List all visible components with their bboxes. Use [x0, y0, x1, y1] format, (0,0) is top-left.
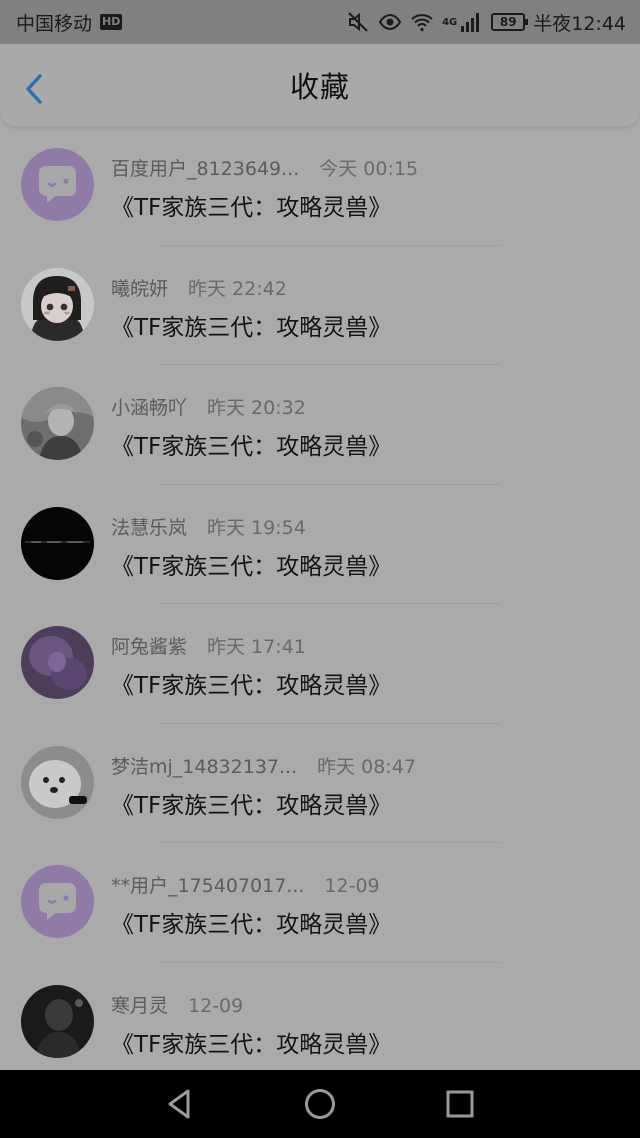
- item-title: 《TF家族三代：攻略灵兽》: [111, 1031, 392, 1058]
- timestamp: 昨天 17:41: [207, 636, 306, 658]
- list-item[interactable]: 阿兔酱紫 昨天 17:41 《TF家族三代：攻略灵兽》: [0, 604, 640, 724]
- favorites-screen: 中国移动 HD 4G 89 半夜12:44 收藏 百度用户_8123649...…: [0, 0, 640, 1138]
- user-name: 曦皖妍: [111, 277, 169, 300]
- avatar[interactable]: [21, 267, 94, 341]
- clock: 半夜12:44: [533, 12, 626, 35]
- system-nav-bar: [0, 1070, 640, 1138]
- item-title: 《TF家族三代：攻略灵兽》: [111, 195, 392, 221]
- dog-avatar: [21, 745, 94, 819]
- photo-avatar: [21, 387, 94, 460]
- anime-girl-avatar: [21, 267, 94, 341]
- list-item[interactable]: 法慧乐岚 昨天 19:54 《TF家族三代：攻略灵兽》: [0, 485, 640, 604]
- hd-badge: HD: [100, 14, 123, 30]
- item-meta: 小涵畅吖 昨天 20:32: [111, 393, 306, 420]
- status-left: 中国移动 HD: [16, 9, 123, 36]
- list-item[interactable]: 寒月灵 12-09 《TF家族三代：攻略灵兽》: [0, 963, 640, 1071]
- mute-icon: [348, 12, 368, 32]
- item-meta: 百度用户_8123649... 今天 00:15: [111, 154, 418, 181]
- item-meta: 曦皖妍 昨天 22:42: [111, 274, 287, 301]
- item-title: 《TF家族三代：攻略灵兽》: [111, 673, 392, 699]
- avatar[interactable]: [21, 626, 94, 699]
- avatar[interactable]: [21, 506, 94, 580]
- avatar[interactable]: [21, 865, 94, 938]
- timestamp: 12-09: [188, 994, 244, 1017]
- timestamp: 12-09: [324, 875, 380, 897]
- timestamp: 今天 00:15: [319, 158, 419, 180]
- item-title: 《TF家族三代：攻略灵兽》: [111, 314, 392, 341]
- list-item[interactable]: 曦皖妍 昨天 22:42 《TF家族三代：攻略灵兽》: [0, 246, 640, 365]
- page-title: 收藏: [289, 70, 350, 104]
- circle-home-icon[interactable]: [302, 1086, 338, 1122]
- wifi-icon: [411, 14, 433, 32]
- item-title: 《TF家族三代：攻略灵兽》: [111, 434, 392, 460]
- timestamp: 昨天 22:42: [188, 277, 287, 300]
- black-avatar: [21, 506, 94, 580]
- timestamp: 昨天 08:47: [317, 755, 416, 778]
- user-name: 小涵畅吖: [111, 397, 188, 419]
- timestamp: 昨天 19:54: [207, 516, 306, 539]
- carrier-name: 中国移动: [16, 12, 93, 35]
- avatar[interactable]: [21, 387, 94, 460]
- user-name: 梦洁mj_14832137...: [111, 755, 298, 778]
- avatar[interactable]: [21, 984, 94, 1058]
- battery-level: 89: [499, 15, 517, 29]
- app-header: 收藏: [0, 44, 640, 126]
- user-name: 法慧乐岚: [111, 516, 188, 539]
- status-bar: 中国移动 HD 4G 89 半夜12:44: [0, 0, 640, 44]
- signal-icon: [461, 13, 480, 32]
- item-meta: 寒月灵 12-09: [111, 991, 243, 1018]
- list-item[interactable]: 梦洁mj_14832137... 昨天 08:47 《TF家族三代：攻略灵兽》: [0, 724, 640, 843]
- item-meta: 阿兔酱紫 昨天 17:41: [111, 632, 306, 659]
- list-item[interactable]: 百度用户_8123649... 今天 00:15 《TF家族三代：攻略灵兽》: [0, 126, 640, 246]
- chevron-left-icon[interactable]: [20, 72, 48, 106]
- network-type: 4G: [442, 16, 458, 28]
- item-title: 《TF家族三代：攻略灵兽》: [111, 912, 392, 938]
- purple-photo-avatar: [21, 626, 94, 699]
- item-meta: 法慧乐岚 昨天 19:54: [111, 513, 306, 540]
- chat-bubble-icon: [21, 148, 94, 221]
- dark-photo-avatar: [21, 984, 94, 1058]
- avatar[interactable]: [21, 148, 94, 221]
- item-meta: 梦洁mj_14832137... 昨天 08:47: [111, 752, 416, 779]
- chat-bubble-icon: [21, 865, 94, 938]
- item-title: 《TF家族三代：攻略灵兽》: [111, 792, 392, 819]
- favorites-list: 百度用户_8123649... 今天 00:15 《TF家族三代：攻略灵兽》 曦…: [0, 126, 640, 1070]
- status-right: 4G 89 半夜12:44: [346, 9, 626, 36]
- avatar[interactable]: [21, 745, 94, 819]
- timestamp: 昨天 20:32: [207, 397, 306, 419]
- list-item[interactable]: 小涵畅吖 昨天 20:32 《TF家族三代：攻略灵兽》: [0, 365, 640, 485]
- battery-icon: 89: [491, 13, 529, 31]
- user-name: 阿兔酱紫: [111, 636, 188, 658]
- eye-comfort-icon: [378, 13, 402, 31]
- user-name: **用户_175407017...: [111, 875, 305, 897]
- item-meta: **用户_175407017... 12-09: [111, 871, 380, 898]
- list-item[interactable]: **用户_175407017... 12-09 《TF家族三代：攻略灵兽》: [0, 843, 640, 963]
- user-name: 寒月灵: [111, 994, 169, 1017]
- item-title: 《TF家族三代：攻略灵兽》: [111, 553, 392, 580]
- user-name: 百度用户_8123649...: [111, 158, 300, 180]
- triangle-back-icon[interactable]: [162, 1086, 198, 1122]
- square-recents-icon[interactable]: [442, 1086, 478, 1122]
